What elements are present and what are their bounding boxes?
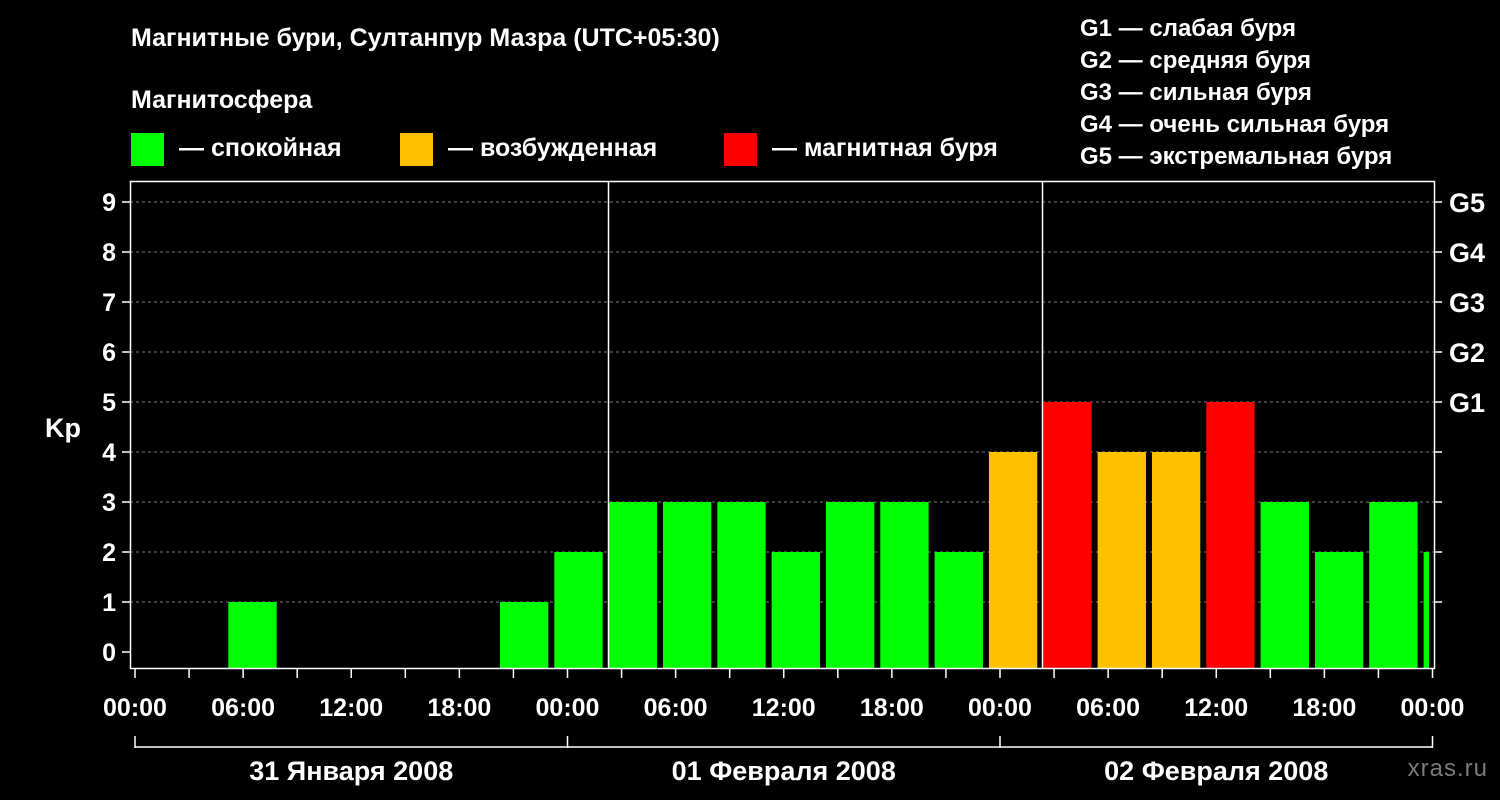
kp-bar <box>608 502 657 668</box>
x-tick-label: 18:00 <box>860 694 924 722</box>
y-tick-label: 8 <box>102 239 116 267</box>
x-tick-label: 06:00 <box>211 694 275 722</box>
g-axis-label: G2 <box>1449 338 1485 368</box>
x-tick-label: 06:00 <box>644 694 708 722</box>
g-axis-label: G1 <box>1449 388 1485 418</box>
kp-bar <box>1097 452 1146 668</box>
kp-bar <box>771 552 820 668</box>
kp-bar <box>988 452 1038 668</box>
x-tick-label: 12:00 <box>752 694 816 722</box>
chart-page: Магнитные бури, Султанпур Мазра (UTC+05:… <box>0 0 1500 800</box>
kp-bar <box>1369 502 1418 668</box>
y-tick-label: 2 <box>102 539 116 567</box>
kp-bar <box>1151 452 1201 668</box>
y-tick-label: 0 <box>102 639 116 667</box>
g-axis-label: G4 <box>1449 238 1485 268</box>
kp-bar <box>880 502 929 668</box>
y-tick-label: 1 <box>102 589 116 617</box>
kp-bar <box>554 552 603 668</box>
kp-bar <box>717 502 766 668</box>
x-tick-label: 06:00 <box>1076 694 1140 722</box>
y-tick-label: 6 <box>102 339 116 367</box>
y-tick-label: 5 <box>102 389 116 417</box>
kp-bar <box>1423 552 1429 668</box>
kp-bar <box>1206 402 1255 668</box>
day-label: 01 Февраля 2008 <box>672 756 896 786</box>
kp-bar <box>1260 502 1309 668</box>
kp-bar <box>662 502 712 668</box>
x-tick-label: 12:00 <box>319 694 383 722</box>
y-tick-label: 4 <box>102 439 116 467</box>
y-axis-label: Kp <box>45 413 81 443</box>
kp-bar <box>228 602 277 668</box>
day-label: 31 Января 2008 <box>249 756 453 786</box>
kp-bar <box>934 552 983 668</box>
x-tick-label: 00:00 <box>536 694 600 722</box>
x-tick-label: 00:00 <box>103 694 167 722</box>
kp-bar <box>825 502 875 668</box>
y-tick-label: 3 <box>102 489 116 517</box>
g-axis-label: G5 <box>1449 188 1485 218</box>
watermark: xras.ru <box>1407 755 1488 782</box>
x-tick-label: 18:00 <box>427 694 491 722</box>
x-tick-label: 00:00 <box>1401 694 1465 722</box>
y-tick-label: 9 <box>102 189 116 217</box>
x-tick-label: 18:00 <box>1292 694 1356 722</box>
x-tick-label: 00:00 <box>968 694 1032 722</box>
kp-bar <box>1043 402 1092 668</box>
g-axis-label: G3 <box>1449 288 1485 318</box>
kp-bar <box>1314 552 1364 668</box>
kp-chart: 0 1 2 3 4 5 6 7 8 9 Kp G1 G2 G3 G4 G5 00:00 06:00 12:00 18:… <box>45 180 1485 786</box>
y-tick-label: 7 <box>102 289 116 317</box>
x-tick-label: 12:00 <box>1184 694 1248 722</box>
kp-bar <box>499 602 549 668</box>
day-label: 02 Февраля 2008 <box>1104 756 1328 786</box>
